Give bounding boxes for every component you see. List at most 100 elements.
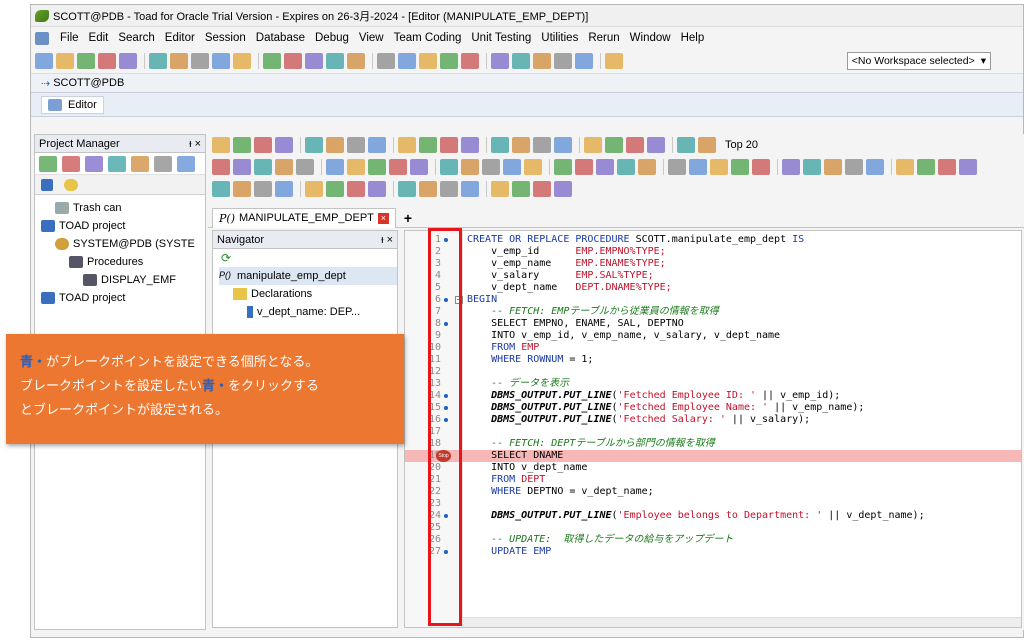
toolbar-button-icon[interactable] bbox=[377, 53, 395, 69]
code-line[interactable]: 21 FROM DEPT bbox=[405, 474, 1021, 486]
breakpoint-candidate-dot-icon[interactable] bbox=[444, 418, 448, 422]
toolbar-button-icon[interactable] bbox=[305, 137, 323, 153]
pin-close-icon[interactable]: ᵼ × bbox=[381, 234, 393, 246]
toolbar-button-icon[interactable] bbox=[710, 159, 728, 175]
toolbar-button-icon[interactable] bbox=[212, 137, 230, 153]
toolbar-button-icon[interactable] bbox=[233, 53, 251, 69]
workspace-select[interactable]: <No Workspace selected> ▾ bbox=[846, 52, 991, 70]
code-line[interactable]: 7 -- FETCH: EMPテーブルから従業員の情報を取得 bbox=[405, 306, 1021, 318]
toolbar-button-icon[interactable] bbox=[626, 137, 644, 153]
toolbar-button-icon[interactable] bbox=[524, 159, 542, 175]
toolbar-button-icon[interactable] bbox=[254, 159, 272, 175]
toolbar-button-icon[interactable] bbox=[410, 159, 428, 175]
toolbar-button-icon[interactable] bbox=[62, 155, 80, 172]
menu-item-session[interactable]: Session bbox=[200, 32, 251, 44]
code-line[interactable]: 18 -- FETCH: DEPTテーブルから部門の情報を取得 bbox=[405, 438, 1021, 450]
toolbar-button-icon[interactable] bbox=[845, 159, 863, 175]
menu-item-team-coding[interactable]: Team Coding bbox=[389, 32, 467, 44]
toolbar-button-icon[interactable] bbox=[503, 159, 521, 175]
navigator-item[interactable]: Declarations bbox=[219, 285, 397, 303]
toolbar-button-icon[interactable] bbox=[584, 137, 602, 153]
toolbar-button-icon[interactable] bbox=[233, 137, 251, 153]
breakpoint-candidate-dot-icon[interactable] bbox=[444, 322, 448, 326]
code-line[interactable]: 10 FROM EMP bbox=[405, 342, 1021, 354]
toolbar-button-icon[interactable] bbox=[803, 159, 821, 175]
tree-item[interactable]: SYSTEM@PDB (SYSTE bbox=[41, 235, 205, 253]
toolbar-button-icon[interactable] bbox=[398, 53, 416, 69]
menu-item-debug[interactable]: Debug bbox=[310, 32, 354, 44]
toolbar-button-icon[interactable] bbox=[419, 137, 437, 153]
toolbar-button-icon[interactable] bbox=[347, 137, 365, 153]
toolbar-button-icon[interactable] bbox=[617, 159, 635, 175]
code-line[interactable]: 8 SELECT EMPNO, ENAME, SAL, DEPTNO bbox=[405, 318, 1021, 330]
menu-item-help[interactable]: Help bbox=[676, 32, 710, 44]
toolbar-button-icon[interactable] bbox=[326, 159, 344, 175]
toolbar-button-icon[interactable] bbox=[461, 159, 479, 175]
toolbar-button-icon[interactable] bbox=[917, 159, 935, 175]
code-line[interactable]: 1 CREATE OR REPLACE PROCEDURE SCOTT.manip… bbox=[405, 234, 1021, 246]
menu-item-file[interactable]: File bbox=[55, 32, 84, 44]
menu-item-rerun[interactable]: Rerun bbox=[583, 32, 624, 44]
toolbar-button-icon[interactable] bbox=[533, 181, 551, 197]
toolbar-button-icon[interactable] bbox=[575, 159, 593, 175]
tree-item[interactable]: TOAD project bbox=[41, 289, 205, 307]
toolbar-button-icon[interactable] bbox=[440, 137, 458, 153]
toolbar-button-icon[interactable] bbox=[533, 137, 551, 153]
toolbar-button-icon[interactable] bbox=[461, 137, 479, 153]
code-line[interactable]: 24 DBMS_OUTPUT.PUT_LINE('Employee belong… bbox=[405, 510, 1021, 522]
toolbar-button-icon[interactable] bbox=[347, 159, 365, 175]
toolbar-button-icon[interactable] bbox=[461, 53, 479, 69]
menu-item-database[interactable]: Database bbox=[251, 32, 310, 44]
code-line[interactable]: 12 bbox=[405, 366, 1021, 378]
menu-item-utilities[interactable]: Utilities bbox=[536, 32, 583, 44]
toolbar-button-icon[interactable] bbox=[305, 53, 323, 69]
toolbar-button-icon[interactable] bbox=[554, 159, 572, 175]
menu-item-editor[interactable]: Editor bbox=[160, 32, 200, 44]
code-line[interactable]: 25 bbox=[405, 522, 1021, 534]
toolbar-button-icon[interactable] bbox=[275, 181, 293, 197]
toolbar-button-icon[interactable] bbox=[170, 53, 188, 69]
menu-item-window[interactable]: Window bbox=[625, 32, 676, 44]
toolbar-button-icon[interactable] bbox=[605, 53, 623, 69]
toolbar-button-icon[interactable] bbox=[108, 155, 126, 172]
breakpoint-candidate-dot-icon[interactable] bbox=[444, 298, 448, 302]
code-line[interactable]: 16 DBMS_OUTPUT.PUT_LINE('Fetched Salary:… bbox=[405, 414, 1021, 426]
code-line[interactable]: 11 WHERE ROWNUM = 1; bbox=[405, 354, 1021, 366]
toolbar-button-icon[interactable] bbox=[605, 137, 623, 153]
code-line[interactable]: 14 DBMS_OUTPUT.PUT_LINE('Fetched Employe… bbox=[405, 390, 1021, 402]
top-20-button[interactable]: Top 20 bbox=[725, 139, 758, 151]
tree-item[interactable]: TOAD project bbox=[41, 217, 205, 235]
menu-item-view[interactable]: View bbox=[354, 32, 389, 44]
toolbar-button-icon[interactable] bbox=[677, 137, 695, 153]
toolbar-button-icon[interactable] bbox=[689, 159, 707, 175]
code-line[interactable]: 20 INTO v_dept_name bbox=[405, 462, 1021, 474]
toolbar-button-icon[interactable] bbox=[254, 181, 272, 197]
toolbar-button-icon[interactable] bbox=[98, 53, 116, 69]
toolbar-button-icon[interactable] bbox=[39, 155, 57, 172]
code-line[interactable]: 5 v_dept_name DEPT.DNAME%TYPE; bbox=[405, 282, 1021, 294]
tab-editor[interactable]: Editor bbox=[41, 95, 104, 114]
toolbar-button-icon[interactable] bbox=[263, 53, 281, 69]
toolbar-button-icon[interactable] bbox=[512, 181, 530, 197]
tree-item[interactable]: Trash can bbox=[41, 199, 205, 217]
view-icon[interactable] bbox=[41, 178, 53, 191]
toolbar-button-icon[interactable] bbox=[866, 159, 884, 175]
toolbar-button-icon[interactable] bbox=[347, 53, 365, 69]
breakpoint-candidate-dot-icon[interactable] bbox=[444, 406, 448, 410]
menu-item-edit[interactable]: Edit bbox=[84, 32, 114, 44]
toolbar-button-icon[interactable] bbox=[938, 159, 956, 175]
code-line[interactable]: 9 INTO v_emp_id, v_emp_name, v_salary, v… bbox=[405, 330, 1021, 342]
code-line[interactable]: 6 − BEGIN bbox=[405, 294, 1021, 306]
code-line[interactable]: 13 -- データを表示 bbox=[405, 378, 1021, 390]
toolbar-button-icon[interactable] bbox=[698, 137, 716, 153]
toolbar-button-icon[interactable] bbox=[77, 53, 95, 69]
toolbar-button-icon[interactable] bbox=[554, 137, 572, 153]
toolbar-button-icon[interactable] bbox=[233, 159, 251, 175]
pin-close-icon[interactable]: ᵼ × bbox=[189, 138, 201, 150]
add-tab-button[interactable]: + bbox=[404, 210, 412, 226]
toolbar-button-icon[interactable] bbox=[177, 155, 195, 172]
toolbar-button-icon[interactable] bbox=[419, 181, 437, 197]
close-icon[interactable]: × bbox=[377, 212, 389, 224]
toolbar-button-icon[interactable] bbox=[368, 181, 386, 197]
toolbar-button-icon[interactable] bbox=[326, 137, 344, 153]
